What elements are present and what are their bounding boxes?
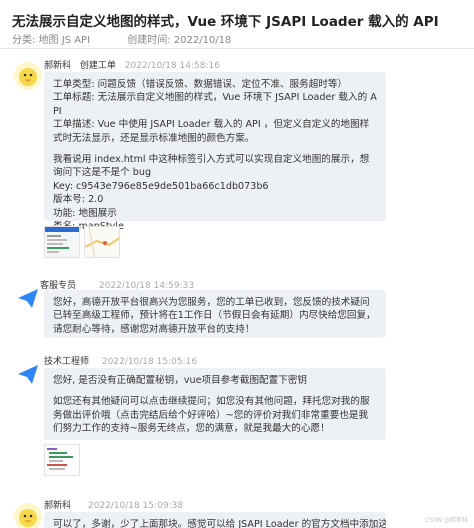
message-bubble: 可以了，多谢，少了上面那块。感觉可以给 JSAPI Loader 的官方文档中添… (44, 512, 386, 528)
message-time: 2022/10/18 14:58:16 (124, 61, 220, 71)
user-avatar (14, 62, 42, 90)
page-title: 无法展示自定义地图的样式，Vue 环境下 JSAPI Loader 载入的 AP… (12, 14, 439, 30)
author-name: 郝新科 (44, 61, 72, 71)
message-text: 您好，高德开放平台很高兴为您服务，您的工单已收到，您反馈的技术疑问已转至高级工程… (53, 297, 376, 335)
ticket-type: 工单类型: 问题反馈（错误反馈、数据错误、定位不准、服务超时等） (53, 79, 348, 90)
ticket-feature: 功能: 地图展示 (53, 207, 117, 219)
message-text: 可以了，多谢，少了上面那块。感觉可以给 JSAPI Loader 的官方文档中添… (53, 519, 386, 528)
message-header: 郝新科 2022/10/18 15:09:38 (44, 498, 183, 511)
ticket-key: Key: c9543e796e85e9de501ba66c1db073b6 (53, 180, 269, 192)
author-name: 技术工程师 (44, 357, 90, 367)
message-time: 2022/10/18 15:05:16 (101, 357, 198, 367)
created-time: 创建时间: 2022/10/18 (127, 35, 232, 46)
watermark: CSDN @郝新科 (424, 517, 468, 524)
message-bubble: 您好, 是否没有正确配置秘钥，vue项目参考截图配置下密钥 如您还有其他疑问可以… (44, 368, 386, 440)
category-label: 分类: 地图 JS API (12, 35, 91, 46)
attachment-thumbnail[interactable] (44, 444, 80, 476)
engineer-avatar (14, 360, 42, 388)
header-divider (0, 48, 474, 49)
ticket-title: 工单标题: 无法展示自定义地图的样式，Vue 环境下 JSAPI Loader … (53, 92, 377, 117)
message-header: 技术工程师 2022/10/18 15:05:16 (44, 354, 197, 367)
attachment-thumbnail[interactable] (84, 226, 120, 258)
message-bubble: 工单类型: 问题反馈（错误反馈、数据错误、定位不准、服务超时等） 工单标题: 无… (44, 72, 386, 232)
ticket-version: 版本号: 2.0 (53, 194, 104, 206)
support-avatar (14, 284, 42, 312)
author-name: 郝新科 (44, 501, 72, 511)
message-header: 郝新科 创建工单 2022/10/18 14:58:16 (44, 58, 220, 71)
message-text: 您好, 是否没有正确配置秘钥，vue项目参考截图配置下密钥 (53, 375, 308, 386)
message-bubble: 您好，高德开放平台很高兴为您服务，您的工单已收到，您反馈的技术疑问已转至高级工程… (44, 290, 386, 338)
message-time: 2022/10/18 15:09:38 (87, 501, 184, 511)
author-role: 创建工单 (79, 61, 116, 71)
user-avatar (14, 503, 42, 528)
ticket-question: 我看说用 index.html 中这种标签引入方式可以实现自定义地图的展示，想询… (53, 154, 370, 179)
attachment-thumbnail[interactable] (44, 226, 80, 258)
message-text: 如您还有其他疑问可以点击继续提问；如您没有其他问题，拜托您对我的服务做出评价哦（… (53, 396, 370, 435)
ticket-description: 工单描述: Vue 中使用 JSAPI Loader 载入的 API ，但定义自… (53, 119, 370, 144)
ticket-meta: 分类: 地图 JS API 创建时间: 2022/10/18 (12, 31, 265, 46)
